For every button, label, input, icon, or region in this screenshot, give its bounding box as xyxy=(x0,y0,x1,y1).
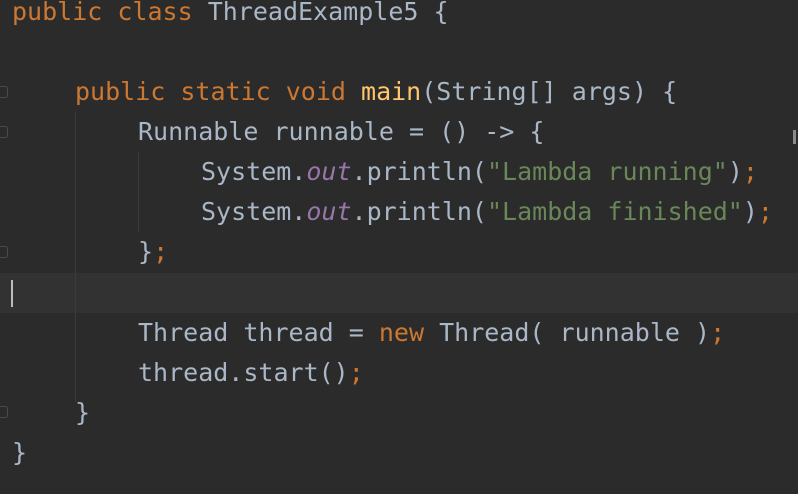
variable: runnable xyxy=(273,117,394,146)
class-name: ThreadExample5 xyxy=(207,0,419,26)
code-line-5[interactable]: System.out.println("Lambda finished"); xyxy=(201,192,773,232)
constructor: Thread( xyxy=(439,318,545,347)
scrollbar-marker[interactable] xyxy=(793,130,796,144)
semicolon: ; xyxy=(757,197,773,226)
text-caret xyxy=(11,280,13,307)
argument: runnable xyxy=(559,318,680,347)
fold-marker-icon[interactable] xyxy=(0,406,8,418)
code-line-11[interactable]: } xyxy=(12,433,27,473)
fold-marker-icon[interactable] xyxy=(0,86,8,98)
semicolon: ; xyxy=(348,358,364,387)
static-field: out xyxy=(306,197,352,226)
paren: ) xyxy=(727,157,743,186)
brace: { xyxy=(662,77,678,106)
semicolon: ; xyxy=(742,157,758,186)
keyword: public xyxy=(12,0,103,26)
operator: = xyxy=(348,318,364,347)
type-name: Thread xyxy=(138,318,229,347)
paren: ) xyxy=(695,318,711,347)
semicolon: ; xyxy=(153,237,169,266)
fold-marker-icon[interactable] xyxy=(0,246,8,258)
current-line-highlight xyxy=(0,273,798,313)
string-literal: "Lambda finished" xyxy=(486,197,743,226)
brace: } xyxy=(138,237,154,266)
code-line-2[interactable]: public static void main(String[] args) { xyxy=(75,72,677,112)
brace: } xyxy=(12,438,28,467)
code-line-4[interactable]: System.out.println("Lambda running"); xyxy=(201,152,758,192)
static-field: out xyxy=(306,157,352,186)
paren: ) xyxy=(742,197,758,226)
brace: { xyxy=(433,0,449,26)
fold-marker-icon[interactable] xyxy=(0,126,8,138)
keyword: new xyxy=(378,318,425,347)
method-name: main xyxy=(361,77,422,106)
method-call: .println( xyxy=(351,197,487,226)
type-name: Runnable xyxy=(138,117,259,146)
object: System. xyxy=(201,197,307,226)
code-line-1[interactable]: public class ThreadExample5 { xyxy=(12,0,449,32)
method-call: thread.start() xyxy=(138,358,349,387)
code-line-9[interactable]: thread.start(); xyxy=(138,353,364,393)
method-call: .println( xyxy=(351,157,487,186)
keyword: class xyxy=(117,0,193,26)
object: System. xyxy=(201,157,307,186)
keyword: public xyxy=(75,77,166,106)
semicolon: ; xyxy=(710,318,726,347)
indent-guide xyxy=(75,112,76,402)
code-line-6[interactable]: }; xyxy=(138,232,168,272)
indent-guide xyxy=(138,152,139,232)
code-line-3[interactable]: Runnable runnable = () -> { xyxy=(138,112,544,152)
string-literal: "Lambda running" xyxy=(486,157,728,186)
code-line-8[interactable]: Thread thread = new Thread( runnable ); xyxy=(138,313,725,353)
code-line-10[interactable]: } xyxy=(75,393,90,433)
variable: thread xyxy=(243,318,334,347)
code-editor[interactable]: public class ThreadExample5 { public sta… xyxy=(0,0,798,494)
keyword: static xyxy=(180,77,271,106)
keyword: void xyxy=(285,77,346,106)
lambda-expr: = () -> { xyxy=(408,117,545,146)
params: (String[] args) xyxy=(421,77,648,106)
brace: } xyxy=(75,398,91,427)
